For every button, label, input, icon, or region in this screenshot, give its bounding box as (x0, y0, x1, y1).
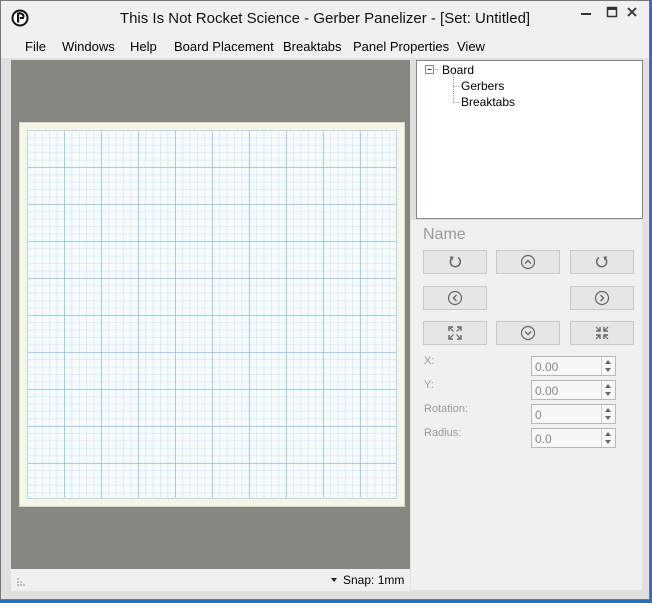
move-up-button[interactable] (496, 250, 560, 274)
expand-button[interactable] (423, 321, 487, 345)
move-up-icon (520, 254, 536, 270)
snap-label: Snap: 1mm (343, 573, 405, 587)
rotate-ccw-button[interactable] (423, 250, 487, 274)
rotation-spinner-arrows[interactable] (601, 405, 615, 423)
board-tree-view[interactable]: Board Gerbers Breaktabs (416, 60, 643, 219)
menu-panel-properties[interactable]: Panel Properties (353, 39, 449, 54)
move-down-button[interactable] (496, 321, 560, 345)
rotate-ccw-icon (449, 256, 462, 268)
menu-view[interactable]: View (457, 39, 485, 54)
spin-down-icon (605, 368, 611, 372)
x-spinner-arrows[interactable] (601, 357, 615, 375)
name-label: Name (423, 226, 466, 243)
move-right-button[interactable] (570, 286, 634, 310)
close-button[interactable] (613, 1, 651, 23)
properties-panel: Name X: 0.00 Y: 0.00 Rotation: 0 Radius:… (411, 220, 642, 590)
x-value: 0.00 (535, 360, 559, 374)
menu-breaktabs[interactable]: Breaktabs (283, 39, 342, 54)
title-bar[interactable]: This Is Not Rocket Science - Gerber Pane… (1, 1, 649, 36)
menu-file[interactable]: File (25, 39, 46, 54)
x-label: X: (424, 355, 435, 367)
move-down-icon (520, 325, 536, 341)
menu-board-placement[interactable]: Board Placement (174, 39, 274, 54)
app-window: This Is Not Rocket Science - Gerber Pane… (0, 0, 650, 600)
rotation-spinner[interactable]: 0 (531, 404, 616, 424)
y-spinner[interactable]: 0.00 (531, 380, 616, 400)
spin-down-icon (605, 416, 611, 420)
spin-up-icon (605, 408, 611, 412)
status-bar: Snap: 1mm (11, 569, 410, 591)
radius-value: 0.0 (535, 432, 552, 446)
menu-help[interactable]: Help (130, 39, 157, 54)
snap-dropdown[interactable]: Snap: 1mm (330, 573, 404, 587)
resize-grip-icon (17, 578, 25, 586)
move-left-icon (447, 290, 463, 306)
move-right-icon (594, 290, 610, 306)
collapse-icon (595, 326, 609, 340)
spin-up-icon (605, 432, 611, 436)
radius-spinner-arrows[interactable] (601, 429, 615, 447)
move-left-button[interactable] (423, 286, 487, 310)
rotation-label: Rotation: (424, 403, 469, 415)
tree-node-gerbers[interactable]: Gerbers (461, 79, 504, 93)
expand-icon (448, 326, 462, 340)
y-label: Y: (424, 379, 434, 391)
minimize-icon (581, 13, 591, 15)
spin-down-icon (605, 440, 611, 444)
menu-windows[interactable]: Windows (62, 39, 115, 54)
spin-down-icon (605, 392, 611, 396)
tree-node-board[interactable]: Board (442, 63, 474, 77)
collapse-button[interactable] (570, 321, 634, 345)
rotation-value: 0 (535, 408, 542, 422)
y-spinner-arrows[interactable] (601, 381, 615, 399)
rotate-cw-button[interactable] (570, 250, 634, 274)
grid-overlay (27, 130, 397, 499)
panel-canvas[interactable] (11, 60, 410, 569)
radius-spinner[interactable]: 0.0 (531, 428, 616, 448)
window-title: This Is Not Rocket Science - Gerber Pane… (119, 10, 531, 27)
close-icon (627, 7, 637, 17)
board-panel[interactable] (19, 122, 405, 507)
dropdown-arrow-icon (331, 578, 337, 582)
menu-bar: File Windows Help Board Placement Breakt… (1, 36, 649, 58)
spin-up-icon (605, 360, 611, 364)
radius-label: Radius: (424, 427, 462, 439)
rotate-cw-icon (595, 256, 608, 268)
tree-node-breaktabs[interactable]: Breaktabs (461, 95, 515, 109)
spin-up-icon (605, 384, 611, 388)
x-spinner[interactable]: 0.00 (531, 356, 616, 376)
y-value: 0.00 (535, 384, 559, 398)
